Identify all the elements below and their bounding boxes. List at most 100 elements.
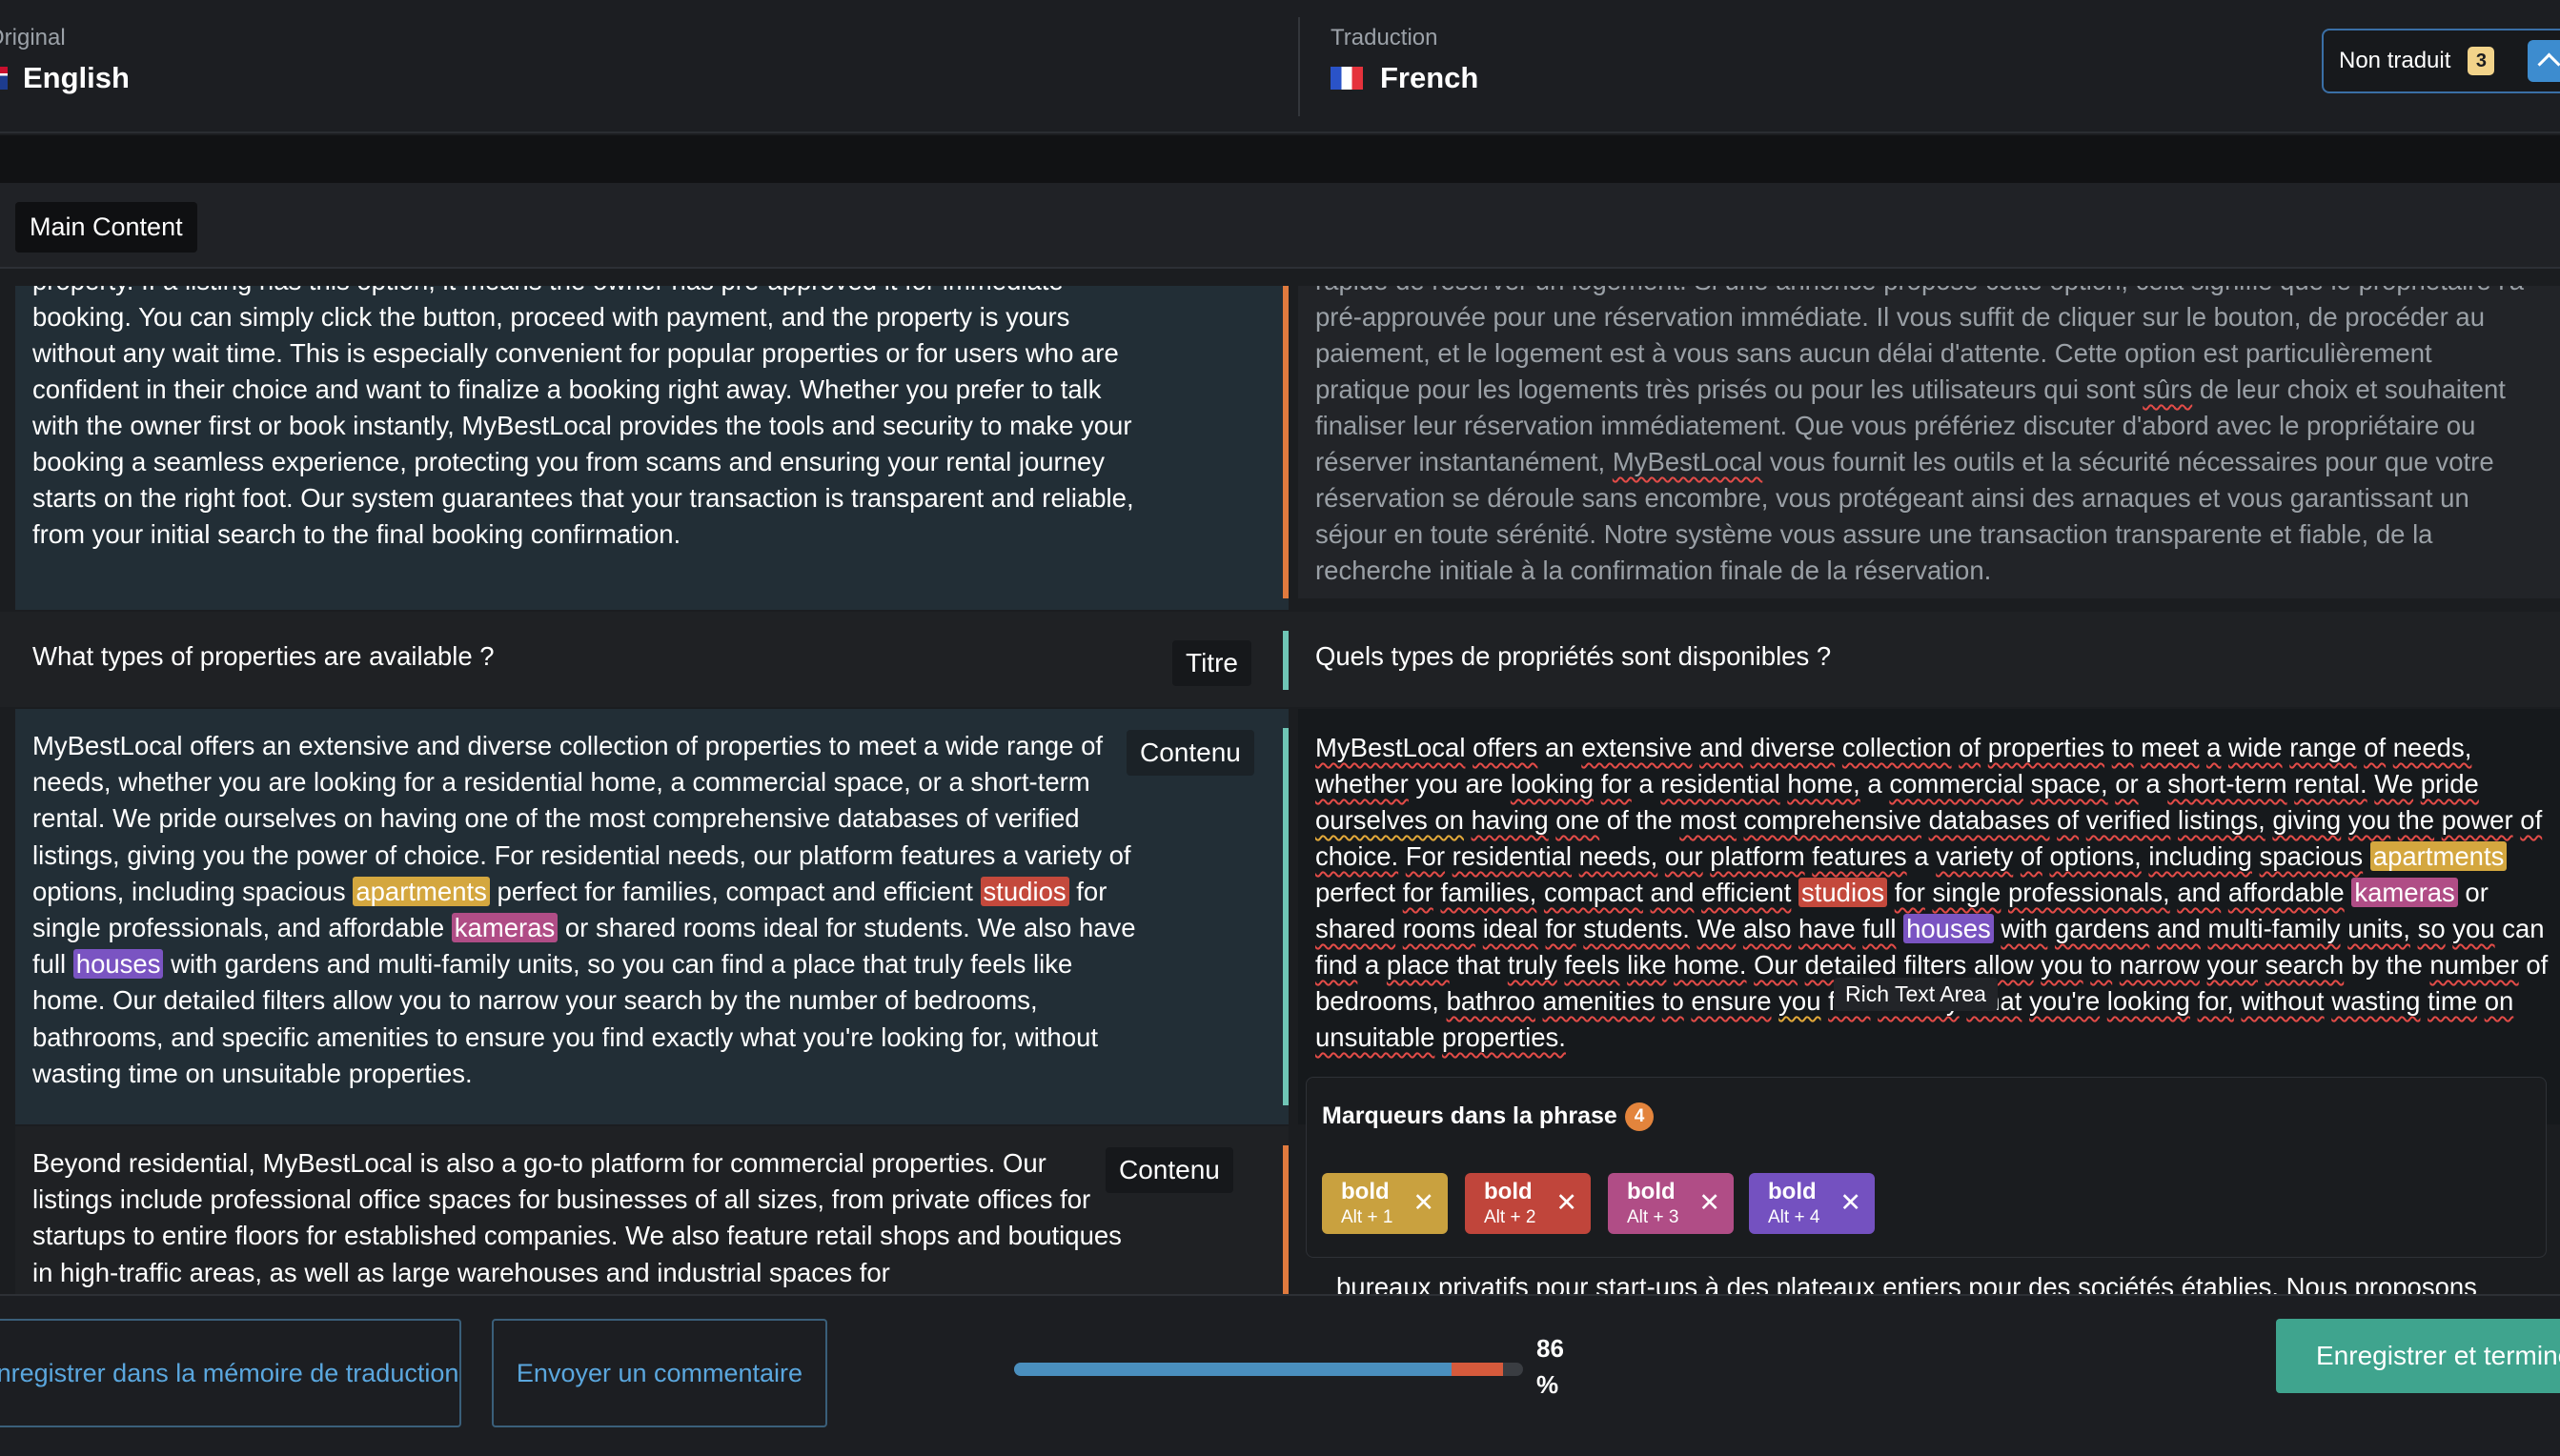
spelling-error: for: [1402, 878, 1433, 907]
spelling-error: your: [2206, 950, 2259, 980]
target-line: réserver instantanément, MyBestLocal vou…: [1315, 444, 2554, 480]
text-run: with gardens and multi-family units, so …: [32, 949, 1099, 1088]
spelling-error: looking: [2106, 986, 2190, 1016]
text-run: by: [2350, 950, 2379, 980]
spelling-error: variety: [1936, 841, 2014, 871]
spelling-error: whether: [1315, 769, 1409, 799]
text-run: can: [2502, 914, 2545, 943]
spelling-error: We: [1697, 914, 1737, 943]
source-segment[interactable]: MyBestLocal offers an extensive and dive…: [15, 709, 1289, 1124]
text-run: the: [1636, 805, 1673, 835]
spelling-error: wide: [2228, 733, 2283, 762]
marker-highlight-3: kameras: [451, 913, 559, 943]
target-line: réservation se déroule sans encombre, vo…: [1315, 483, 2469, 513]
spelling-error: or: [2115, 769, 2139, 799]
spelling-error: one: [1555, 805, 1600, 835]
spelling-error: of: [2057, 805, 2080, 835]
source-language: English: [0, 61, 130, 95]
text-run: that: [1456, 950, 1501, 980]
text-run: a: [1638, 769, 1654, 799]
text-run: a: [1914, 841, 1929, 871]
spelling-error: to: [2111, 733, 2134, 762]
spelling-error: the: [2397, 805, 2435, 835]
spelling-error: gardens: [2054, 914, 2150, 943]
spelling-error: you: [2347, 805, 2391, 835]
progress-percent: 86 %: [1536, 1330, 1575, 1403]
untranslated-filter[interactable]: Non traduit 3: [2322, 29, 2560, 93]
spelling-error: comprehensive: [1743, 805, 1921, 835]
target-segment-readonly[interactable]: rapide de réserver un logement. Si une a…: [1298, 286, 2560, 598]
segment-type-tag: Titre: [1172, 640, 1251, 686]
spelling-error: have: [1798, 914, 1856, 943]
spelling-error: pride: [2420, 769, 2479, 799]
target-text[interactable]: bureaux privatifs pour start-ups à des p…: [1336, 1269, 2556, 1294]
save-to-memory-button[interactable]: Enregistrer dans la mémoire de traductio…: [0, 1319, 461, 1427]
spelling-error: verified: [2085, 805, 2171, 835]
source-language-label: Original: [0, 25, 66, 51]
source-segment[interactable]: property. If a listing has this option, …: [15, 286, 1289, 610]
marker-highlight-2: studios: [980, 876, 1069, 906]
text-run: perfect: [1315, 878, 1396, 907]
marker-highlight-4: houses: [72, 949, 164, 980]
rich-text-area[interactable]: MyBestLocal offers an extensive and dive…: [1298, 709, 2560, 1124]
spelling-error: needs,: [1578, 841, 1658, 871]
target-title[interactable]: Quels types de propriétés sont disponibl…: [1315, 638, 2535, 675]
spelling-error: giving: [2272, 805, 2342, 835]
marker-highlight: kameras: [2351, 878, 2458, 907]
segment-row-active: MyBestLocal offers an extensive and dive…: [0, 709, 2560, 1124]
status-bar-ok: [1283, 631, 1289, 690]
status-bar-error: [1283, 286, 1289, 598]
source-segment[interactable]: Beyond residential, MyBestLocal is also …: [15, 1126, 1289, 1294]
spelling-error: single: [1932, 878, 2001, 907]
target-line: paiement, et le logement est à vous sans…: [1315, 338, 2432, 368]
spelling-error: residential: [1660, 769, 1780, 799]
spelling-error: databases: [1928, 805, 2050, 835]
spelling-error: ensure: [1691, 986, 1772, 1016]
spelling-error: short-term: [2167, 769, 2287, 799]
segment-row: Beyond residential, MyBestLocal is also …: [0, 1126, 2560, 1294]
spelling-error: and: [1699, 733, 1743, 762]
marker-highlight-1: apartments: [353, 876, 490, 906]
source-text: MyBestLocal offers an extensive and dive…: [32, 728, 1138, 1092]
spelling-error: compact: [1543, 878, 1643, 907]
marker-highlight: apartments: [2369, 841, 2508, 871]
target-line: finaliser leur réservation immédiatement…: [1315, 411, 2476, 440]
spelling-error: and: [2157, 914, 2201, 943]
progress-number: 86: [1536, 1334, 1564, 1363]
source-title[interactable]: What types of properties are available ?: [32, 638, 1100, 675]
spelling-error: having: [1471, 805, 1549, 835]
spelling-error: you: [2041, 950, 2083, 980]
segment-type-tag: Contenu: [1106, 1147, 1233, 1193]
spelling-error: also: [1742, 914, 1792, 943]
spelling-error: commercial: [1889, 769, 2023, 799]
spelling-error: so: [2417, 914, 2446, 943]
translation-editor: Original English Traduction French Non t…: [0, 0, 2560, 1456]
text-run: an: [1545, 733, 1575, 762]
spelling-error: shared: [1315, 914, 1396, 943]
text-run: bedrooms,: [1315, 986, 1439, 1016]
spelling-error: options,: [2049, 841, 2142, 871]
spelling-error: efficient: [1701, 878, 1792, 907]
spelling-error: allow: [1973, 950, 2034, 980]
spelling-error[interactable]: sûrs: [2143, 374, 2192, 404]
progress-error-fill: [1452, 1363, 1503, 1376]
send-comment-button[interactable]: Envoyer un commentaire: [492, 1319, 827, 1427]
spelling-error: platform: [1710, 841, 1805, 871]
marker-highlight: studios: [1798, 878, 1888, 907]
spelling-error: amenities: [1542, 986, 1656, 1016]
spelling-error: you're: [2029, 986, 2101, 1016]
target-line: séjour en toute sérénité. Notre système …: [1315, 519, 2433, 549]
save-and-finish-button[interactable]: Enregistrer et terminer: [2276, 1319, 2560, 1393]
section-bar: Main Content: [0, 183, 2560, 269]
section-tag-main-content[interactable]: Main Content: [15, 202, 197, 253]
chevron-up-icon[interactable]: [2528, 40, 2560, 82]
spelling-error: on: [2484, 986, 2514, 1016]
spelling-error[interactable]: MyBestLocal: [1613, 447, 1762, 476]
spelling-error: units,: [2347, 914, 2410, 943]
spelling-error: For: [1405, 841, 1446, 871]
status-bar-error: [1283, 1145, 1289, 1294]
status-bar-ok: [1283, 728, 1289, 1105]
spelling-error: search: [2265, 950, 2345, 980]
spelling-error: feels: [1564, 950, 1620, 980]
segment-type-tag: Contenu: [1127, 730, 1254, 776]
